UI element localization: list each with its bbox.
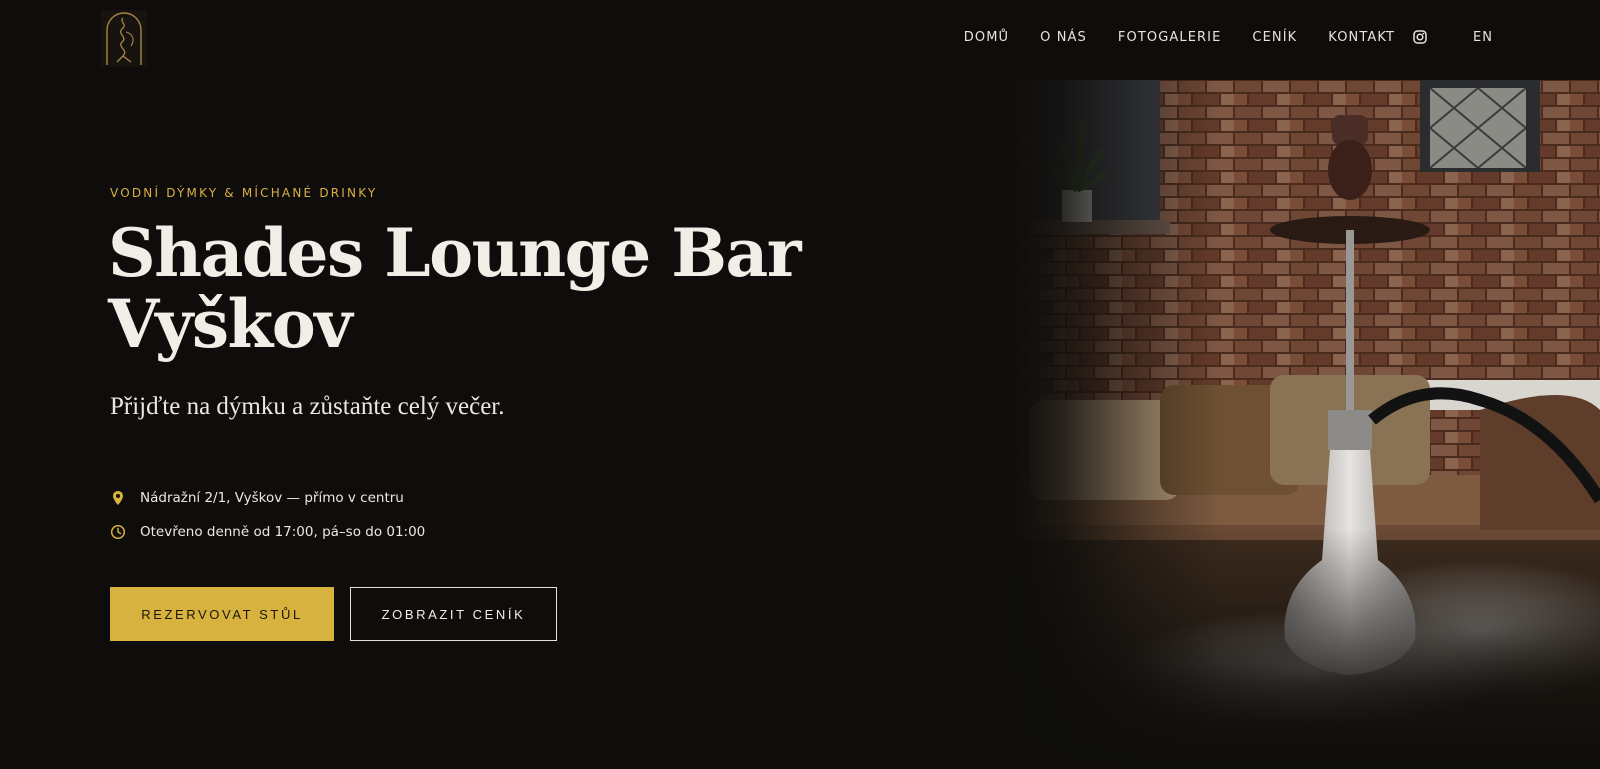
nav-contact[interactable]: KONTAKT	[1328, 30, 1395, 45]
opening-hours-text: Otevřeno denně od 17:00, pá–so do 01:00	[140, 524, 426, 540]
title-line-2: Vyškov	[108, 285, 353, 363]
title-line-1: Shades Lounge Bar	[108, 214, 802, 292]
site-header: DOMŮ O NÁS FOTOGALERIE CENÍK KONTAKT EN	[0, 0, 1600, 80]
location-pin-icon	[110, 490, 126, 506]
nav-gallery[interactable]: FOTOGALERIE	[1118, 30, 1222, 45]
image-fade-bottom	[1010, 529, 1600, 769]
address-text: Nádražní 2/1, Vyškov — přímo v centru	[140, 490, 404, 506]
address-info: Nádražní 2/1, Vyškov — přímo v centru	[110, 488, 404, 508]
nav-home[interactable]: DOMŮ	[964, 30, 1009, 45]
logo[interactable]	[101, 10, 147, 66]
nav-pricelist[interactable]: CENÍK	[1252, 30, 1297, 45]
nav-about[interactable]: O NÁS	[1040, 30, 1087, 45]
clock-icon	[110, 524, 126, 540]
hero-subtitle: Přijďte na dýmku a zůstaňte celý večer.	[110, 393, 505, 420]
show-pricelist-button[interactable]: ZOBRAZIT CENÍK	[350, 587, 557, 641]
reserve-table-button[interactable]: REZERVOVAT STŮL	[110, 587, 334, 641]
page-title: Shades Lounge Bar Vyškov	[108, 218, 828, 360]
main-nav: DOMŮ O NÁS FOTOGALERIE CENÍK KONTAKT EN	[964, 27, 1493, 47]
hero-eyebrow: VODNÍ DÝMKY & MÍCHANÉ DRINKY	[110, 186, 378, 200]
opening-hours-info: Otevřeno denně od 17:00, pá–so do 01:00	[110, 522, 425, 542]
hookah-lounge-photo	[1010, 80, 1600, 769]
hookah-arch-logo-icon	[101, 10, 147, 66]
instagram-icon[interactable]	[1413, 30, 1427, 44]
language-switch[interactable]: EN	[1473, 30, 1493, 45]
